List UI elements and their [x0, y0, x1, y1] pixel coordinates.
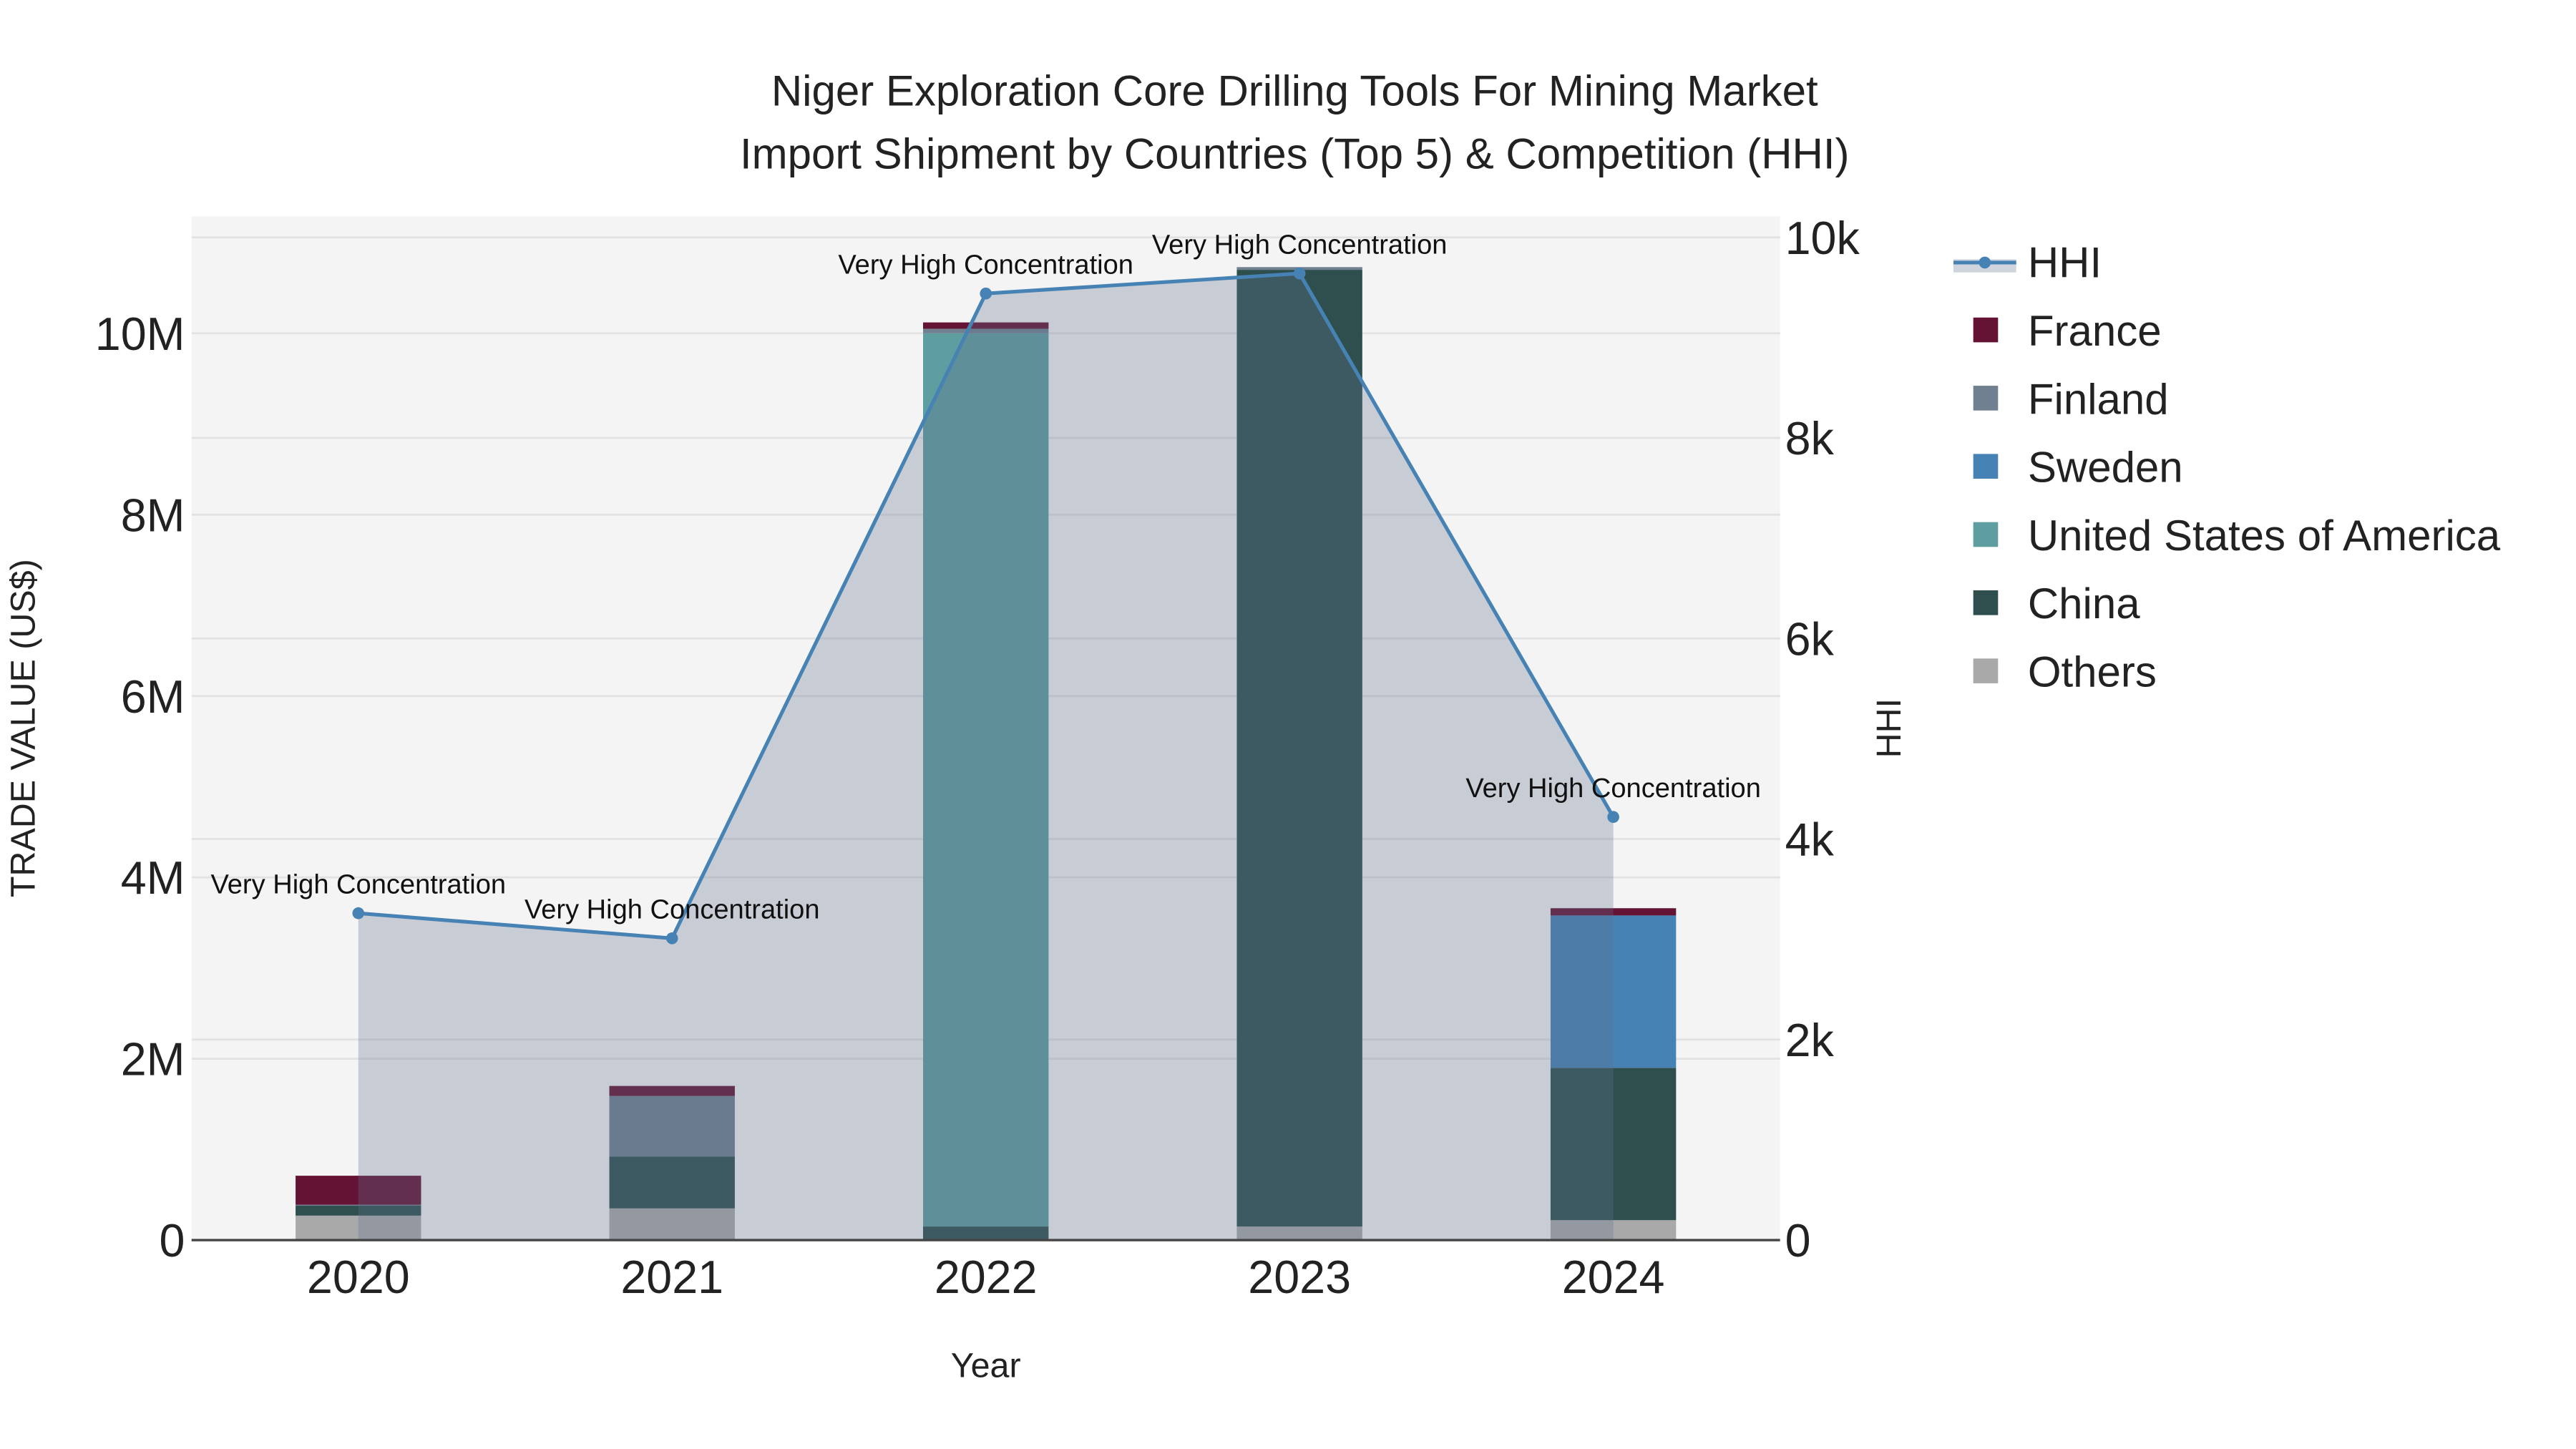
x-tick-label: 2024: [1562, 1252, 1665, 1303]
hhi-annotation-2021: Very High Concentration: [525, 895, 820, 925]
legend-item-finland[interactable]: Finland: [1973, 375, 2169, 423]
legend-item-sweden[interactable]: Sweden: [1973, 444, 2183, 492]
chart: Niger Exploration Core Drilling Tools Fo…: [4, 67, 2501, 1385]
y2-tick-label: 4k: [1785, 814, 1835, 866]
hhi-annotation-2024: Very High Concentration: [1465, 774, 1761, 804]
x-tick-label: 2020: [307, 1252, 410, 1303]
legend-label: France: [2028, 307, 2162, 355]
y2-tick-label: 8k: [1785, 413, 1835, 464]
hhi-point-2024: [1607, 811, 1619, 824]
hhi-point-2020: [352, 907, 365, 919]
legend-label: HHI: [2028, 239, 2102, 287]
legend-swatch: [1973, 658, 1999, 683]
y2-tick-label: 0: [1785, 1215, 1811, 1267]
chart-title-line1: Niger Exploration Core Drilling Tools Fo…: [771, 67, 1818, 115]
y2-axis-ticks: 0 2k 4k 6k 8k 10k: [1785, 213, 1860, 1267]
legend-label: Others: [2028, 648, 2157, 696]
y-tick-label: 2M: [121, 1034, 185, 1085]
y2-tick-label: 6k: [1785, 613, 1835, 665]
legend-label: China: [2028, 580, 2140, 628]
x-axis-label: Year: [951, 1347, 1021, 1385]
hhi-annotation-2020: Very High Concentration: [210, 870, 506, 900]
legend-swatch: [1973, 454, 1999, 479]
legend-swatch-marker: [1979, 256, 1991, 269]
legend-item-hhi[interactable]: HHI: [1953, 239, 2102, 287]
legend-item-united-states-of-america[interactable]: United States of America: [1973, 512, 2501, 560]
legend-item-china[interactable]: China: [1973, 580, 2141, 628]
y-tick-label: 0: [160, 1215, 185, 1267]
y-tick-label: 8M: [121, 489, 185, 541]
x-tick-label: 2022: [935, 1252, 1038, 1303]
chart-title-line2: Import Shipment by Countries (Top 5) & C…: [740, 130, 1850, 177]
y-axis-label: TRADE VALUE (US$): [4, 559, 42, 897]
legend-item-others[interactable]: Others: [1973, 648, 2157, 696]
hhi-point-2022: [980, 287, 992, 300]
x-tick-label: 2021: [620, 1252, 723, 1303]
y2-axis-label: HHI: [1870, 698, 1908, 758]
legend-swatch: [1973, 386, 1999, 411]
legend-swatch: [1973, 590, 1999, 615]
y-tick-label: 6M: [121, 671, 185, 723]
legend-swatch: [1973, 522, 1999, 547]
x-tick-label: 2023: [1248, 1252, 1351, 1303]
y-axis-ticks: 0 2M 4M 6M 8M 10M: [95, 308, 185, 1267]
y-tick-label: 10M: [95, 308, 185, 360]
hhi-annotation-2022: Very High Concentration: [838, 250, 1133, 280]
legend: HHI France Finland Sweden United States of A…: [1953, 239, 2501, 696]
x-axis-ticks: 2020 2021 2022 2023 2024: [307, 1252, 1665, 1303]
legend-swatch: [1973, 317, 1999, 343]
hhi-annotation-2023: Very High Concentration: [1152, 230, 1448, 260]
legend-label: Sweden: [2028, 444, 2183, 492]
hhi-point-2021: [665, 932, 678, 945]
hhi-point-2023: [1293, 267, 1306, 280]
legend-label: Finland: [2028, 375, 2169, 423]
legend-item-france[interactable]: France: [1973, 307, 2162, 355]
y2-tick-label: 2k: [1785, 1015, 1835, 1066]
y2-tick-label: 10k: [1785, 213, 1860, 264]
y-tick-label: 4M: [121, 852, 185, 904]
legend-label: United States of America: [2028, 512, 2501, 560]
